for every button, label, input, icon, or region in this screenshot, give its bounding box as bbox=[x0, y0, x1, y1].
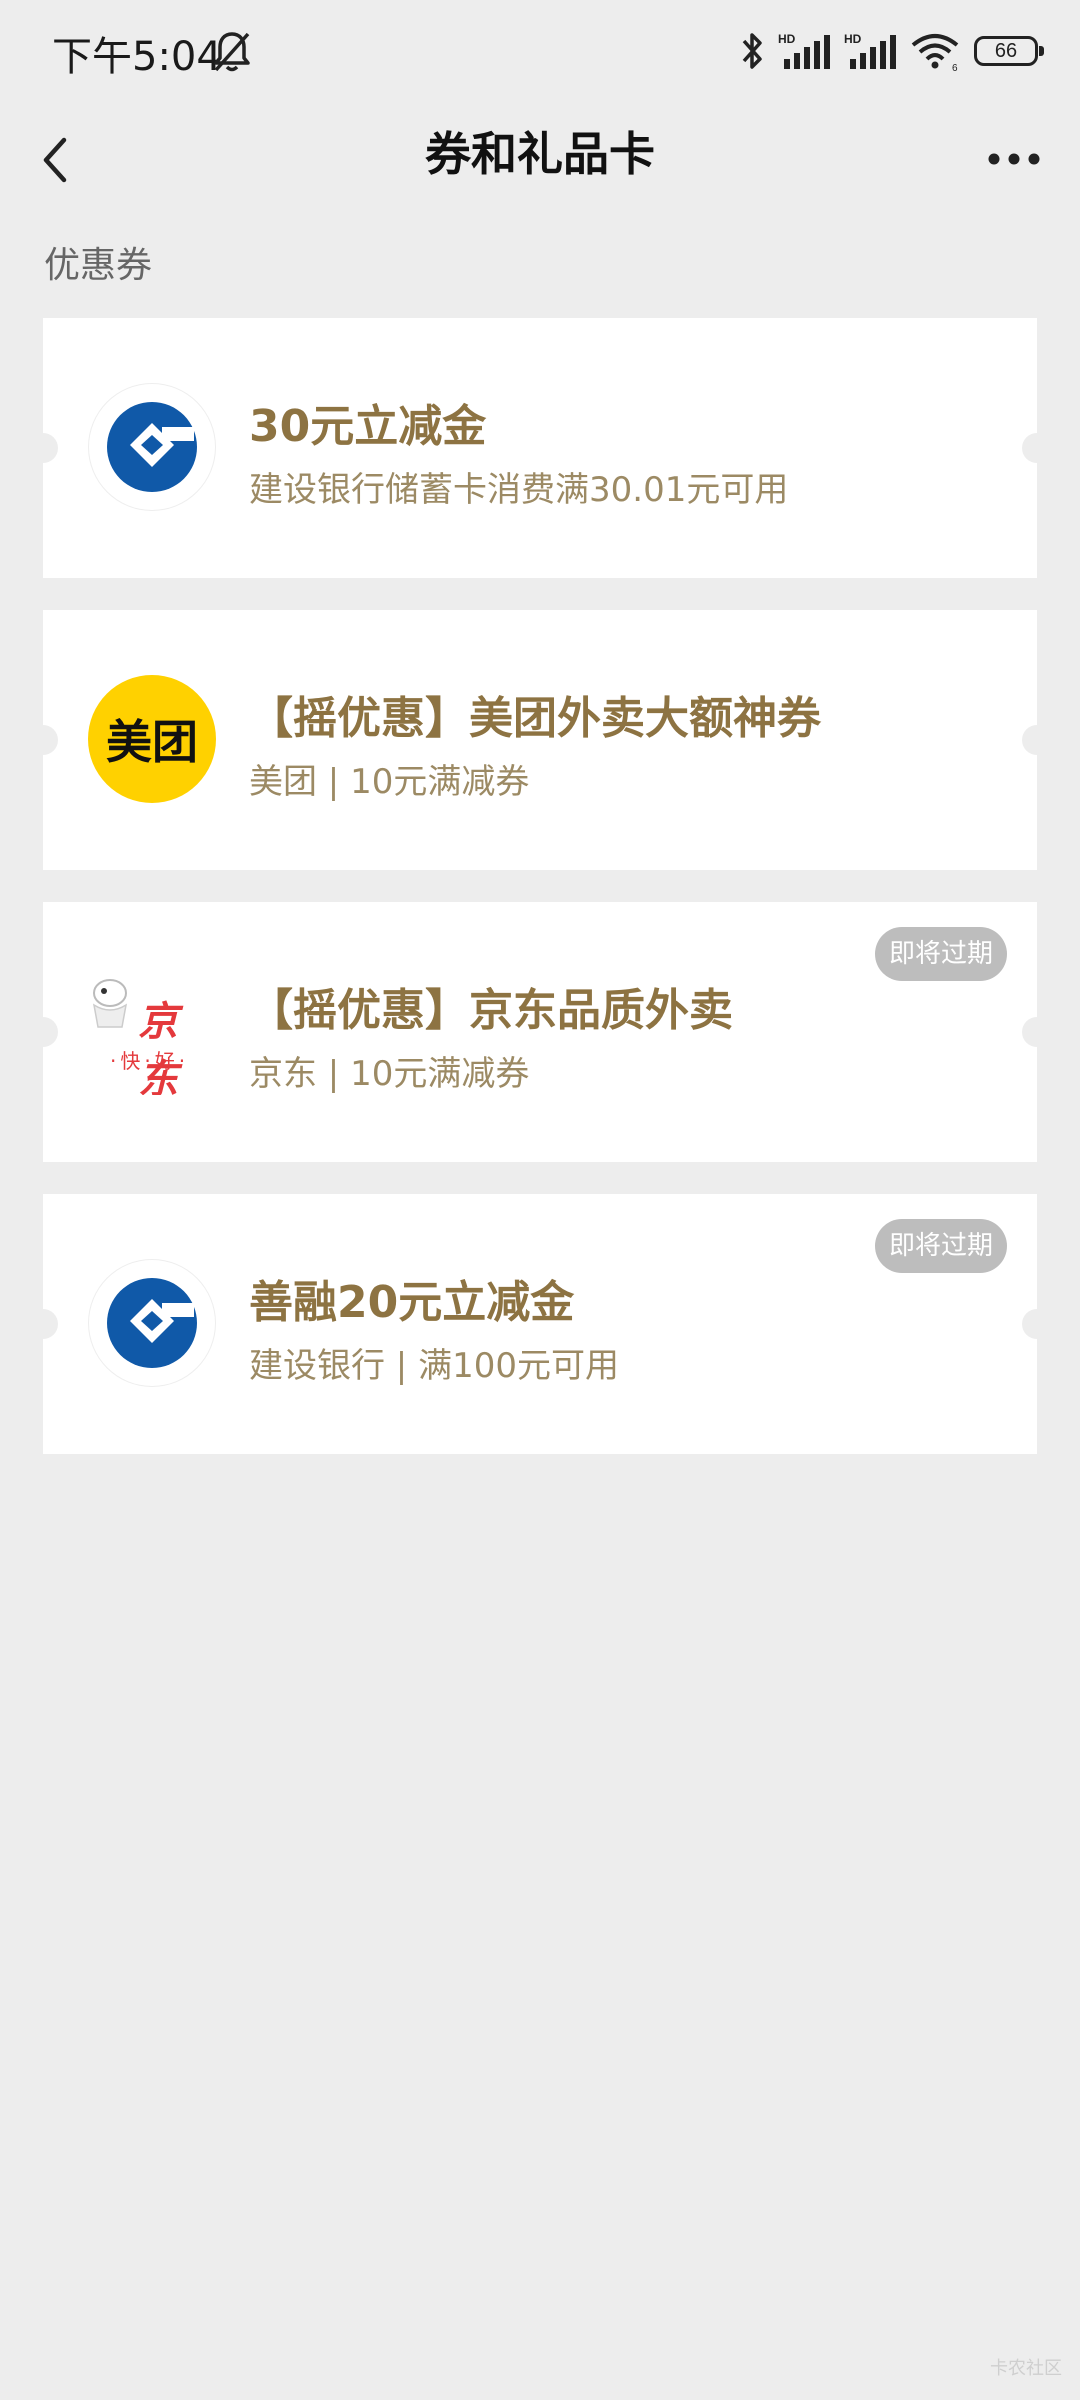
coupon-card[interactable]: 即将过期 善融20元立减金 建设银行 | 满100元可用 bbox=[28, 1194, 1052, 1454]
ticket-notch-right bbox=[1022, 433, 1052, 463]
ticket-notch-left bbox=[28, 1017, 58, 1047]
meituan-logo-icon: 美团 bbox=[88, 675, 216, 803]
battery-level: 66 bbox=[994, 39, 1018, 62]
ticket-notch-left bbox=[28, 725, 58, 755]
status-icons: HD HD 6 66 bbox=[740, 26, 1044, 76]
coupon-card[interactable]: 美团 【摇优惠】美团外卖大额神券 美团 | 10元满减券 bbox=[28, 610, 1052, 870]
ticket-notch-right bbox=[1022, 725, 1052, 755]
status-time: 下午5:04 bbox=[52, 34, 222, 80]
more-options-icon[interactable] bbox=[984, 144, 1044, 174]
battery-icon: 66 bbox=[974, 36, 1044, 66]
ticket-notch-right bbox=[1022, 1309, 1052, 1339]
expiring-soon-badge: 即将过期 bbox=[874, 927, 1007, 981]
expiring-soon-badge: 即将过期 bbox=[874, 1219, 1007, 1273]
coupon-card[interactable]: 30元立减金 建设银行储蓄卡消费满30.01元可用 bbox=[28, 318, 1052, 578]
ticket-notch-right bbox=[1022, 1017, 1052, 1047]
coupon-card[interactable]: 即将过期 京东 ·快·好· 【摇优惠】京东品质外卖 京东 | 10元满减券 bbox=[28, 902, 1052, 1162]
meituan-logo-text: 美团 bbox=[106, 715, 198, 769]
svg-text:HD: HD bbox=[778, 32, 796, 46]
ticket-notch-left bbox=[28, 1309, 58, 1339]
jd-logo-subtext: ·快·好· bbox=[110, 1049, 190, 1073]
wifi-icon: 6 bbox=[911, 34, 959, 71]
coupon-title: 善融20元立减金 bbox=[249, 1277, 575, 1328]
signal-hd-1-icon: HD bbox=[778, 32, 830, 69]
coupon-title: 【摇优惠】美团外卖大额神券 bbox=[249, 693, 821, 744]
status-bar: 下午5:04 HD HD 6 66 bbox=[0, 0, 1080, 110]
jd-mascot-icon bbox=[92, 979, 128, 1028]
bell-muted-icon bbox=[214, 32, 250, 72]
jd-logo-icon: 京东 ·快·好· bbox=[88, 967, 216, 1095]
coupon-subtitle: 京东 | 10元满减券 bbox=[249, 1054, 530, 1094]
section-label-coupons: 优惠券 bbox=[44, 245, 153, 286]
watermark: 卡农社区 bbox=[990, 2358, 1062, 2379]
signal-hd-2-icon: HD bbox=[844, 32, 896, 69]
ticket-notch-left bbox=[28, 433, 58, 463]
bluetooth-icon bbox=[742, 33, 762, 69]
ccb-logo-icon bbox=[88, 383, 216, 511]
coupon-title: 30元立减金 bbox=[249, 401, 487, 452]
coupon-subtitle: 建设银行储蓄卡消费满30.01元可用 bbox=[249, 470, 789, 510]
coupon-subtitle: 建设银行 | 满100元可用 bbox=[249, 1346, 619, 1386]
svg-text:HD: HD bbox=[844, 32, 862, 46]
page-title: 券和礼品卡 bbox=[425, 127, 655, 181]
ccb-logo-icon bbox=[88, 1259, 216, 1387]
jd-logo-text: 京东 bbox=[138, 999, 178, 1095]
nav-bar: 券和礼品卡 bbox=[0, 110, 1080, 230]
coupon-subtitle: 美团 | 10元满减券 bbox=[249, 762, 530, 802]
svg-text:6: 6 bbox=[952, 63, 958, 71]
coupon-title: 【摇优惠】京东品质外卖 bbox=[249, 985, 733, 1036]
